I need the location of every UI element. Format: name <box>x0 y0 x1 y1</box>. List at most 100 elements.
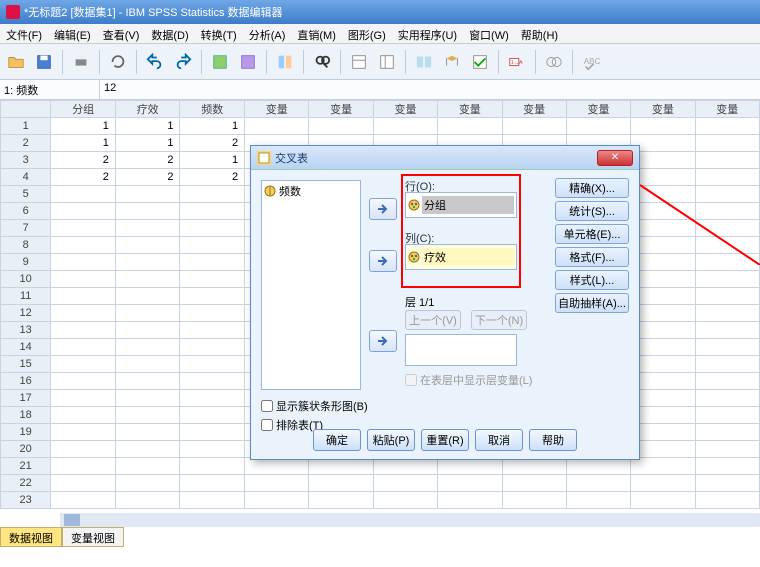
cell[interactable] <box>115 186 180 203</box>
col-header[interactable]: 变量 <box>438 101 502 118</box>
row-header[interactable]: 18 <box>1 407 51 424</box>
format-button[interactable]: 格式(F)... <box>555 247 629 267</box>
menu-help[interactable]: 帮助(H) <box>515 24 564 43</box>
cell[interactable] <box>51 203 116 220</box>
cell[interactable] <box>180 458 245 475</box>
cell[interactable] <box>631 169 695 186</box>
cell[interactable] <box>51 390 116 407</box>
cell[interactable] <box>51 322 116 339</box>
row-header[interactable]: 5 <box>1 186 51 203</box>
cell[interactable] <box>115 288 180 305</box>
help-button[interactable]: 帮助 <box>529 429 577 451</box>
cell[interactable]: 1 <box>51 118 116 135</box>
cell[interactable] <box>115 356 180 373</box>
rows-list[interactable]: 分组 <box>405 192 517 218</box>
find-icon[interactable] <box>310 50 334 74</box>
menu-utilities[interactable]: 实用程序(U) <box>392 24 463 43</box>
cell[interactable] <box>180 322 245 339</box>
cell[interactable] <box>438 118 502 135</box>
row-header[interactable]: 19 <box>1 424 51 441</box>
cols-list[interactable]: 疗效 <box>405 244 517 270</box>
cell[interactable] <box>180 254 245 271</box>
cell[interactable] <box>115 492 180 509</box>
cell[interactable] <box>631 458 695 475</box>
row-header[interactable]: 13 <box>1 322 51 339</box>
print-icon[interactable] <box>69 50 93 74</box>
style-button[interactable]: 样式(L)... <box>555 270 629 290</box>
col-header[interactable]: 频数 <box>180 101 245 118</box>
cell[interactable] <box>695 390 759 407</box>
spellcheck-icon[interactable]: ABC <box>579 50 603 74</box>
barchart-checkbox[interactable] <box>261 400 273 412</box>
cell[interactable]: 2 <box>115 169 180 186</box>
cell[interactable] <box>631 135 695 152</box>
insert-case-icon[interactable] <box>347 50 371 74</box>
cell[interactable]: 2 <box>51 152 116 169</box>
cell[interactable] <box>115 339 180 356</box>
cell[interactable]: 2 <box>180 135 245 152</box>
cell[interactable] <box>695 135 759 152</box>
cell[interactable] <box>631 186 695 203</box>
col-header[interactable]: 变量 <box>373 101 437 118</box>
cell[interactable] <box>180 203 245 220</box>
cell[interactable] <box>51 271 116 288</box>
list-item[interactable]: 频数 <box>264 183 358 199</box>
cell[interactable] <box>631 254 695 271</box>
cell[interactable] <box>631 305 695 322</box>
menu-analyze[interactable]: 分析(A) <box>243 24 292 43</box>
cell[interactable] <box>373 118 437 135</box>
variables-icon[interactable] <box>273 50 297 74</box>
cells-button[interactable]: 单元格(E)... <box>555 224 629 244</box>
cell[interactable] <box>438 492 502 509</box>
cell[interactable] <box>51 186 116 203</box>
cell[interactable] <box>180 237 245 254</box>
cell[interactable] <box>438 458 502 475</box>
row-header[interactable]: 17 <box>1 390 51 407</box>
cell[interactable] <box>115 203 180 220</box>
cell[interactable] <box>566 118 630 135</box>
cell[interactable] <box>695 475 759 492</box>
ok-button[interactable]: 确定 <box>313 429 361 451</box>
cell[interactable]: 1 <box>115 118 180 135</box>
col-header[interactable]: 变量 <box>309 101 373 118</box>
menu-file[interactable]: 文件(F) <box>0 24 48 43</box>
col-header[interactable]: 变量 <box>502 101 566 118</box>
cell[interactable] <box>115 424 180 441</box>
cell[interactable] <box>115 237 180 254</box>
exact-button[interactable]: 精确(X)... <box>555 178 629 198</box>
row-header[interactable]: 11 <box>1 288 51 305</box>
row-header[interactable]: 20 <box>1 441 51 458</box>
split-file-icon[interactable] <box>412 50 436 74</box>
cell[interactable] <box>695 322 759 339</box>
cell[interactable] <box>51 305 116 322</box>
cell[interactable] <box>115 407 180 424</box>
cell[interactable] <box>373 475 437 492</box>
cell[interactable] <box>695 288 759 305</box>
cell[interactable] <box>51 237 116 254</box>
horizontal-scrollbar[interactable] <box>60 513 760 527</box>
statistics-button[interactable]: 统计(S)... <box>555 201 629 221</box>
cell[interactable] <box>695 220 759 237</box>
row-header[interactable]: 7 <box>1 220 51 237</box>
row-header[interactable]: 12 <box>1 305 51 322</box>
cell[interactable] <box>631 237 695 254</box>
move-to-row-button[interactable] <box>369 198 397 220</box>
col-header[interactable]: 变量 <box>245 101 309 118</box>
value-labels-icon[interactable]: 1↔A <box>505 50 529 74</box>
row-header[interactable]: 6 <box>1 203 51 220</box>
cell[interactable] <box>180 271 245 288</box>
cell[interactable] <box>631 288 695 305</box>
cell[interactable] <box>115 220 180 237</box>
cell[interactable] <box>502 492 566 509</box>
cell[interactable] <box>631 390 695 407</box>
cell[interactable] <box>245 458 309 475</box>
bootstrap-button[interactable]: 自助抽样(A)... <box>555 293 629 313</box>
goto-var-icon[interactable] <box>236 50 260 74</box>
row-header[interactable]: 1 <box>1 118 51 135</box>
cell[interactable] <box>695 407 759 424</box>
cell[interactable] <box>180 339 245 356</box>
cell[interactable] <box>502 458 566 475</box>
cell[interactable]: 1 <box>115 135 180 152</box>
cell[interactable] <box>309 458 373 475</box>
cell[interactable] <box>180 305 245 322</box>
